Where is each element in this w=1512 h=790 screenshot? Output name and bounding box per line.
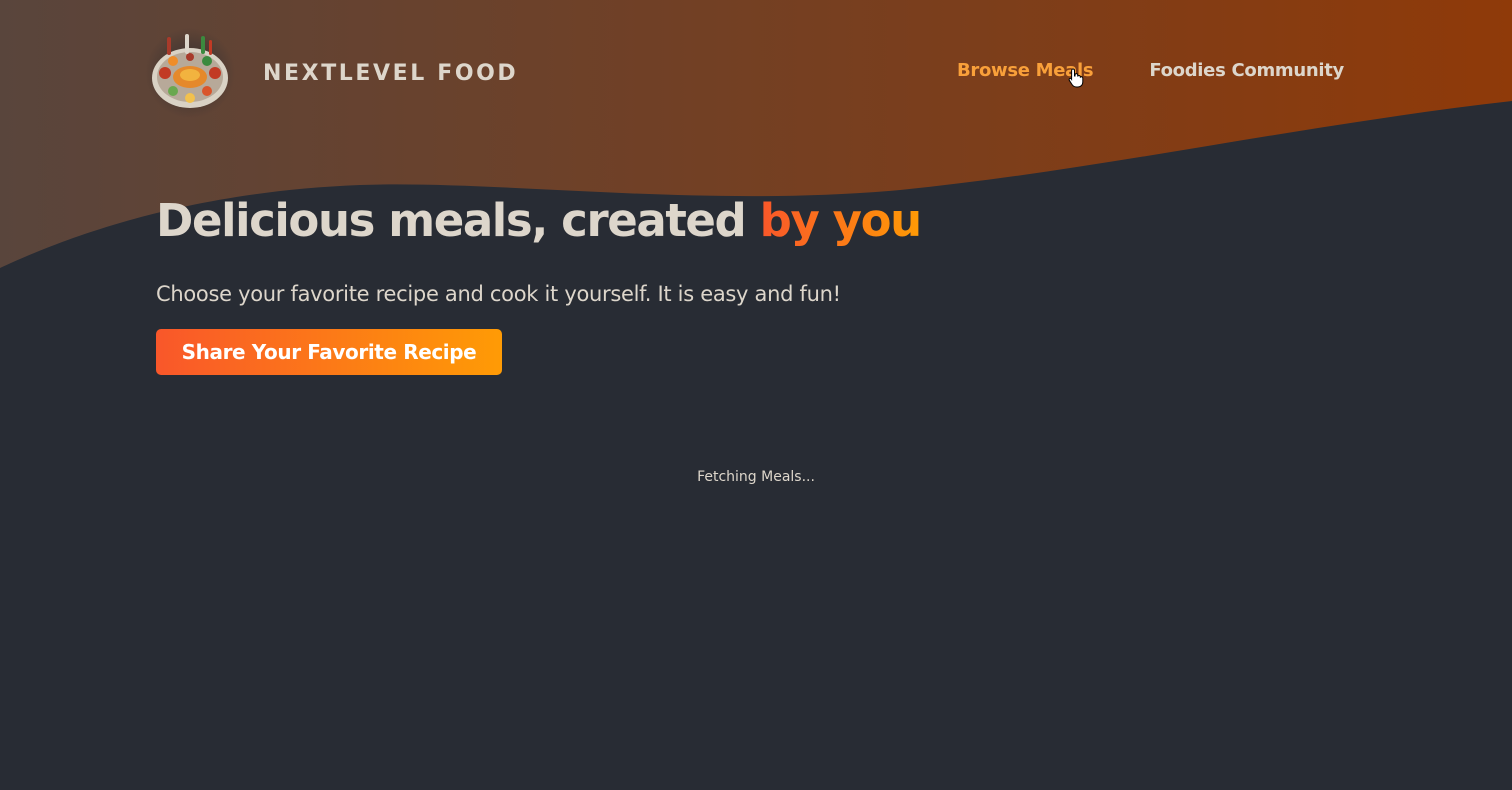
- main-header: NEXTLEVEL FOOD Browse Meals Foodies Comm…: [0, 0, 1512, 145]
- share-recipe-button[interactable]: Share Your Favorite Recipe: [156, 329, 502, 375]
- hero-title-highlight: by you: [759, 194, 923, 247]
- food-plate-icon: [145, 28, 235, 118]
- logo-home-link[interactable]: NEXTLEVEL FOOD: [143, 28, 518, 118]
- nav-foodies-community-link[interactable]: Foodies Community: [1149, 60, 1344, 81]
- page: NEXTLEVEL FOOD Browse Meals Foodies Comm…: [0, 0, 1512, 790]
- hero-section: Delicious meals, created by you Choose y…: [156, 190, 923, 306]
- logo-text: NEXTLEVEL FOOD: [263, 60, 519, 86]
- main-nav: Browse Meals Foodies Community: [957, 60, 1344, 81]
- hero-title-main: Delicious meals, created: [156, 194, 760, 247]
- hand-pointer-icon: [1068, 68, 1084, 88]
- loading-text: Fetching Meals...: [697, 469, 815, 485]
- hero-title: Delicious meals, created by you: [156, 190, 923, 252]
- hero-subtitle: Choose your favorite recipe and cook it …: [156, 282, 841, 306]
